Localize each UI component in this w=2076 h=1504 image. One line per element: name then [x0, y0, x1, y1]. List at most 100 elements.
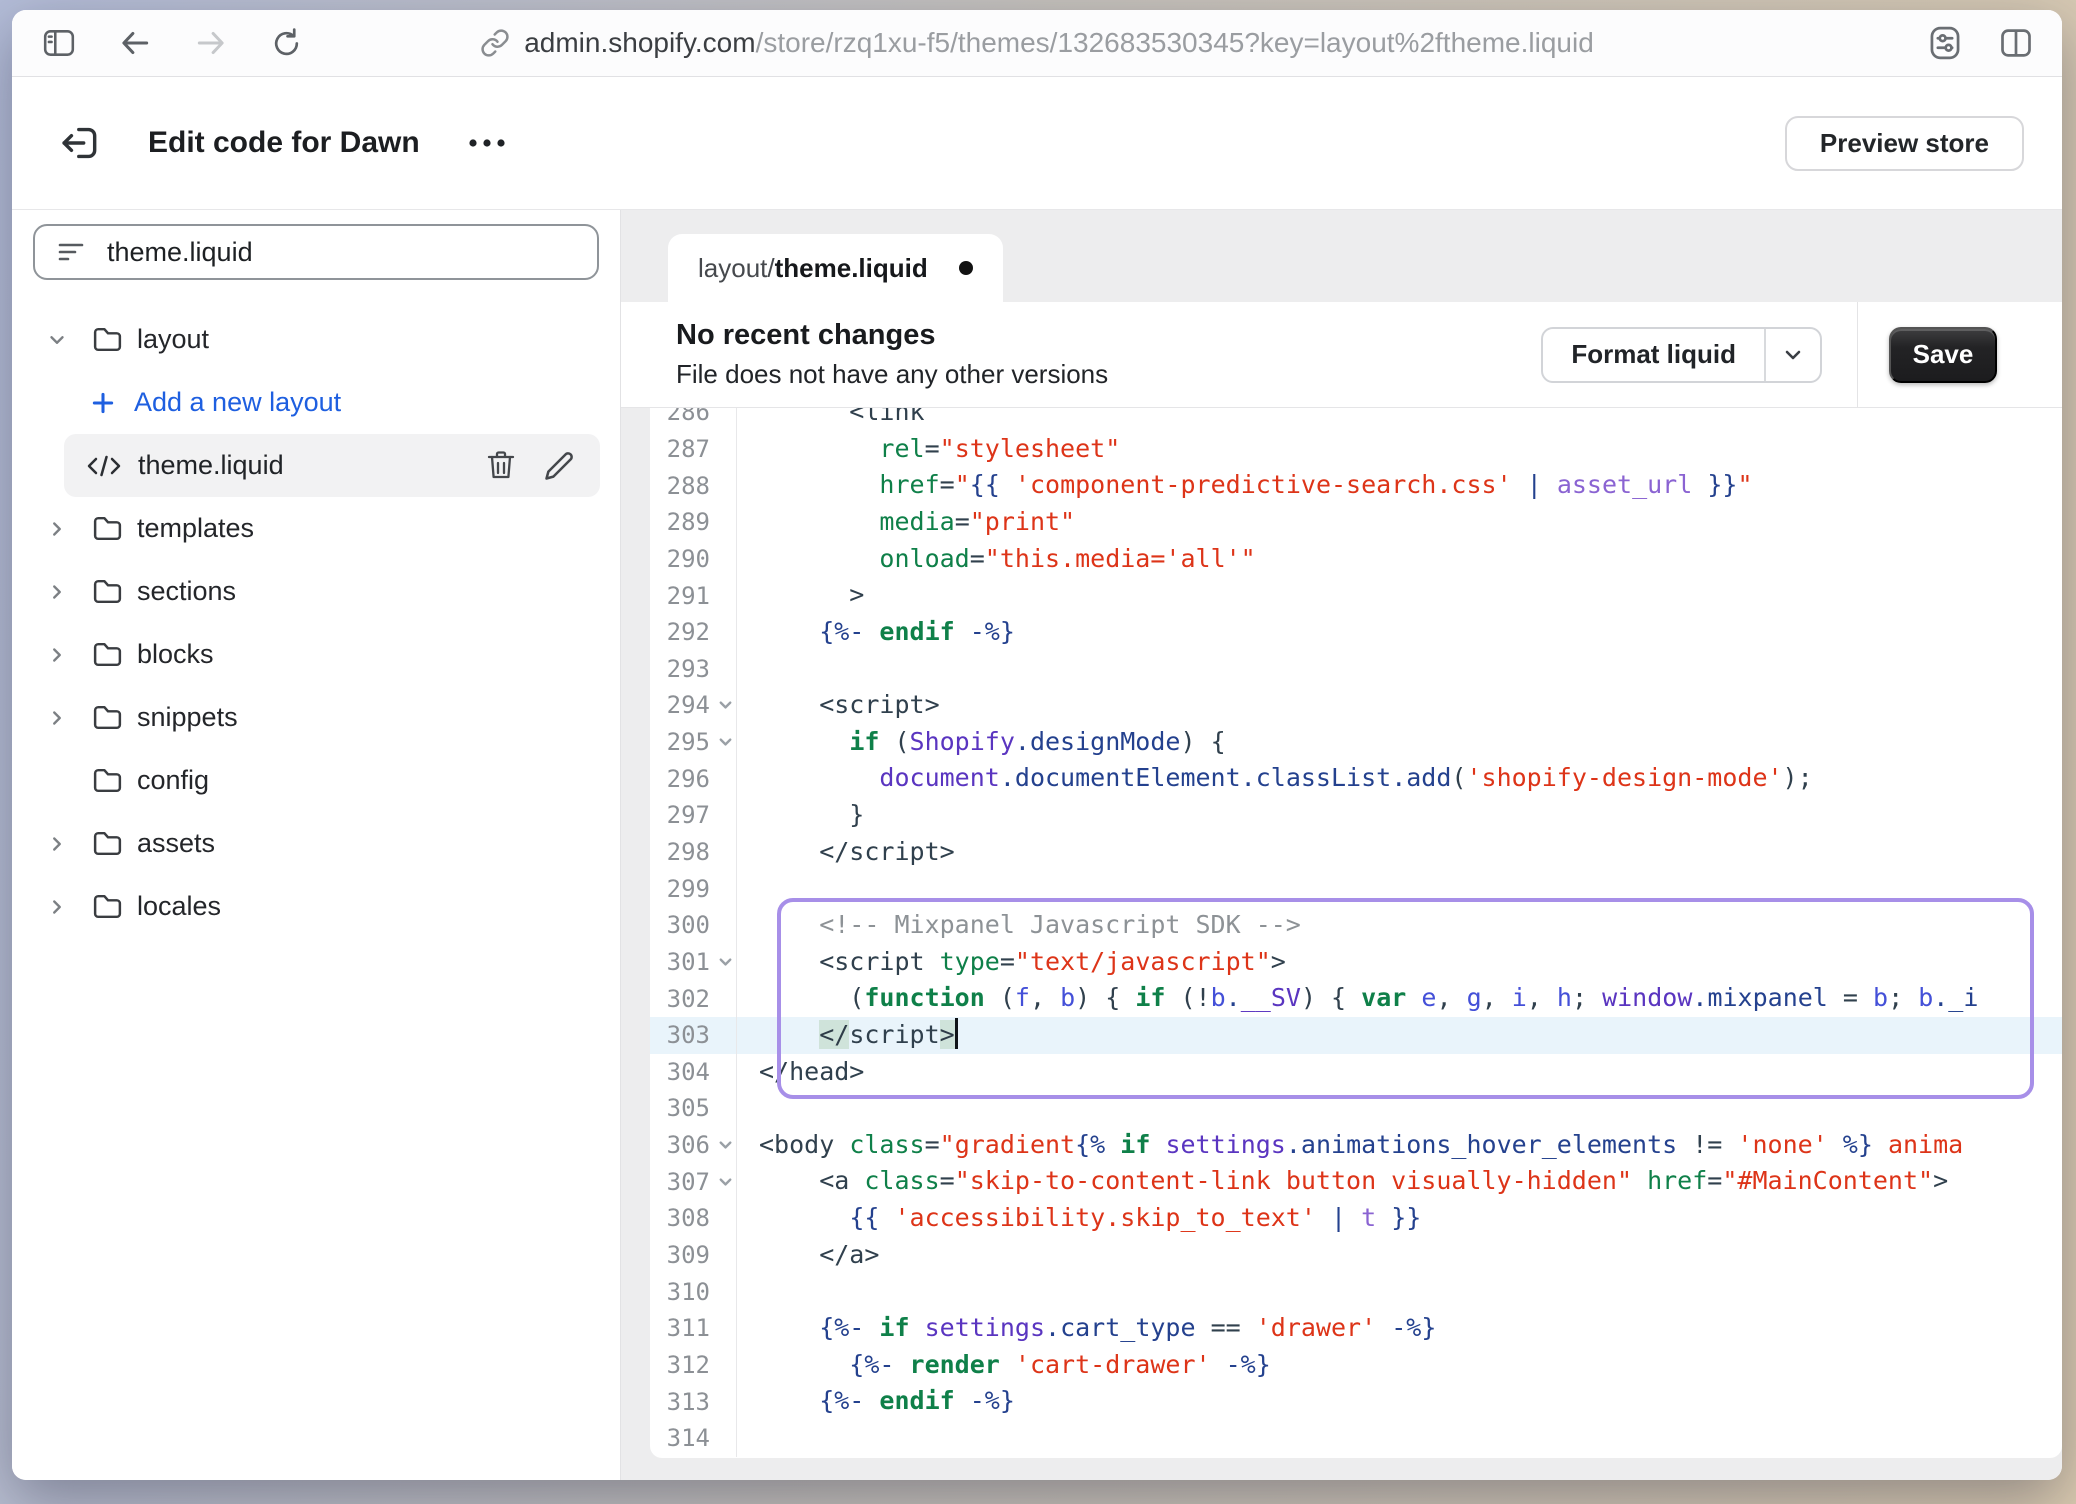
folder-icon	[91, 701, 124, 734]
link-icon	[480, 28, 510, 58]
code-line-text: (function (f, b) { if (!b.__SV) { var e,…	[737, 980, 1978, 1017]
rename-file-icon[interactable]	[544, 450, 574, 482]
reload-icon[interactable]	[270, 27, 303, 60]
delete-file-icon[interactable]	[486, 450, 516, 482]
code-line[interactable]: 307 <a class="skip-to-content-link butto…	[650, 1163, 2062, 1200]
code-line[interactable]: 294 <script>	[650, 687, 2062, 724]
forward-icon[interactable]	[194, 26, 228, 60]
code-line-text: rel="stylesheet"	[737, 431, 1120, 468]
code-line[interactable]: 304</head>	[650, 1054, 2062, 1091]
file-tree: layoutAdd a new layouttheme.liquid templa…	[12, 308, 620, 938]
fold-chevron-icon[interactable]	[716, 733, 735, 752]
code-line[interactable]: 286 <link	[650, 408, 2062, 431]
line-number: 303	[667, 1021, 710, 1049]
line-number: 296	[667, 765, 710, 793]
fold-chevron-icon[interactable]	[716, 1136, 735, 1155]
code-line[interactable]: 293	[650, 650, 2062, 687]
code-editor[interactable]: 286 <link287 rel="stylesheet"288 href="{…	[650, 408, 2062, 1458]
code-line[interactable]: 298 </script>	[650, 834, 2062, 871]
fold-chevron-icon[interactable]	[716, 1172, 735, 1191]
editor-header: No recent changes File does not have any…	[621, 302, 2062, 408]
code-line[interactable]: 302 (function (f, b) { if (!b.__SV) { va…	[650, 980, 2062, 1017]
address-bar[interactable]: admin.shopify.com/store/rzq1xu-f5/themes…	[12, 10, 2062, 76]
code-line[interactable]: 306<body class="gradient{% if settings.a…	[650, 1127, 2062, 1164]
chevron-right-icon[interactable]	[36, 644, 78, 666]
fold-chevron-icon[interactable]	[716, 696, 735, 715]
status-subtitle: File does not have any other versions	[676, 359, 1108, 390]
editor-main: layout/theme.liquid No recent changes Fi…	[621, 210, 2062, 1480]
sidebar-toggle-icon[interactable]	[42, 26, 76, 60]
more-actions-icon[interactable]	[466, 136, 508, 150]
code-line[interactable]: 290 onload="this.media='all'"	[650, 541, 2062, 578]
code-line[interactable]: 309 </a>	[650, 1237, 2062, 1274]
unsaved-changes-dot	[959, 261, 973, 275]
sidebar-item-blocks[interactable]: blocks	[12, 623, 620, 686]
code-line-text: href="{{ 'component-predictive-search.cs…	[737, 467, 1753, 504]
code-line[interactable]: 312 {%- render 'cart-drawer' -%}	[650, 1347, 2062, 1384]
preview-store-button[interactable]: Preview store	[1785, 116, 2024, 171]
code-line[interactable]: 308 {{ 'accessibility.skip_to_text' | t …	[650, 1200, 2062, 1237]
chevron-down-icon[interactable]	[36, 329, 78, 351]
chevron-right-icon[interactable]	[36, 581, 78, 603]
folder-icon	[91, 827, 124, 860]
tab-theme-liquid[interactable]: layout/theme.liquid	[668, 234, 1003, 302]
tab-file-name: theme.liquid	[775, 253, 928, 284]
exit-editor-icon[interactable]	[58, 121, 102, 165]
code-line[interactable]: 295 if (Shopify.designMode) {	[650, 724, 2062, 761]
extensions-icon[interactable]	[1926, 24, 1964, 62]
line-number: 298	[667, 838, 710, 866]
line-number: 306	[667, 1131, 710, 1159]
folder-label: templates	[137, 513, 254, 544]
fold-chevron-icon[interactable]	[716, 952, 735, 971]
code-line[interactable]: 301 <script type="text/javascript">	[650, 944, 2062, 981]
sidebar-item-templates[interactable]: templates	[12, 497, 620, 560]
chevron-right-icon[interactable]	[36, 707, 78, 729]
sidebar-item-layout[interactable]: layout	[12, 308, 620, 371]
back-icon[interactable]	[118, 26, 152, 60]
code-line[interactable]: 288 href="{{ 'component-predictive-searc…	[650, 467, 2062, 504]
code-line[interactable]: 292 {%- endif -%}	[650, 614, 2062, 651]
code-line[interactable]: 303 </script>	[650, 1017, 2062, 1054]
sidebar-item-snippets[interactable]: snippets	[12, 686, 620, 749]
code-line[interactable]: 289 media="print"	[650, 504, 2062, 541]
code-line-text: onload="this.media='all'"	[737, 541, 1256, 578]
code-line[interactable]: 310	[650, 1273, 2062, 1310]
code-line[interactable]: 314	[650, 1420, 2062, 1457]
chevron-right-icon[interactable]	[36, 518, 78, 540]
chevron-right-icon[interactable]	[36, 833, 78, 855]
text-cursor	[955, 1018, 958, 1049]
plus-icon	[90, 390, 116, 416]
code-line[interactable]: 313 {%- endif -%}	[650, 1383, 2062, 1420]
code-line[interactable]: 299	[650, 870, 2062, 907]
line-number: 292	[667, 618, 710, 646]
chevron-down-icon[interactable]	[1764, 329, 1820, 381]
folder-icon	[91, 512, 124, 545]
sidebar-item-config[interactable]: config	[12, 749, 620, 812]
code-line[interactable]: 300 <!-- Mixpanel Javascript SDK -->	[650, 907, 2062, 944]
browser-toolbar: admin.shopify.com/store/rzq1xu-f5/themes…	[12, 10, 2062, 77]
code-line-text: <!-- Mixpanel Javascript SDK -->	[737, 907, 1301, 944]
sidebar-file-theme.liquid[interactable]: theme.liquid	[64, 434, 600, 497]
code-line-text: document.documentElement.classList.add('…	[737, 760, 1813, 797]
sidebar-item-locales[interactable]: locales	[12, 875, 620, 938]
line-number: 310	[667, 1278, 710, 1306]
save-button[interactable]: Save	[1889, 327, 1997, 383]
code-line[interactable]: 296 document.documentElement.classList.a…	[650, 760, 2062, 797]
code-line-text: {%- render 'cart-drawer' -%}	[737, 1347, 1271, 1384]
add-new-layout-button[interactable]: Add a new layout	[12, 371, 620, 434]
sidebar-item-sections[interactable]: sections	[12, 560, 620, 623]
chevron-right-icon[interactable]	[36, 896, 78, 918]
line-number: 295	[667, 728, 710, 756]
code-line[interactable]: 297 }	[650, 797, 2062, 834]
folder-icon	[91, 323, 124, 356]
split-view-icon[interactable]	[1998, 25, 2034, 61]
sidebar-item-assets[interactable]: assets	[12, 812, 620, 875]
file-filter-input[interactable]: theme.liquid	[33, 224, 599, 280]
line-number: 293	[667, 655, 710, 683]
format-liquid-button[interactable]: Format liquid	[1541, 327, 1822, 383]
code-line[interactable]: 305	[650, 1090, 2062, 1127]
code-line[interactable]: 291 >	[650, 577, 2062, 614]
header-divider	[1857, 302, 1858, 407]
code-line[interactable]: 287 rel="stylesheet"	[650, 431, 2062, 468]
code-line[interactable]: 311 {%- if settings.cart_type == 'drawer…	[650, 1310, 2062, 1347]
